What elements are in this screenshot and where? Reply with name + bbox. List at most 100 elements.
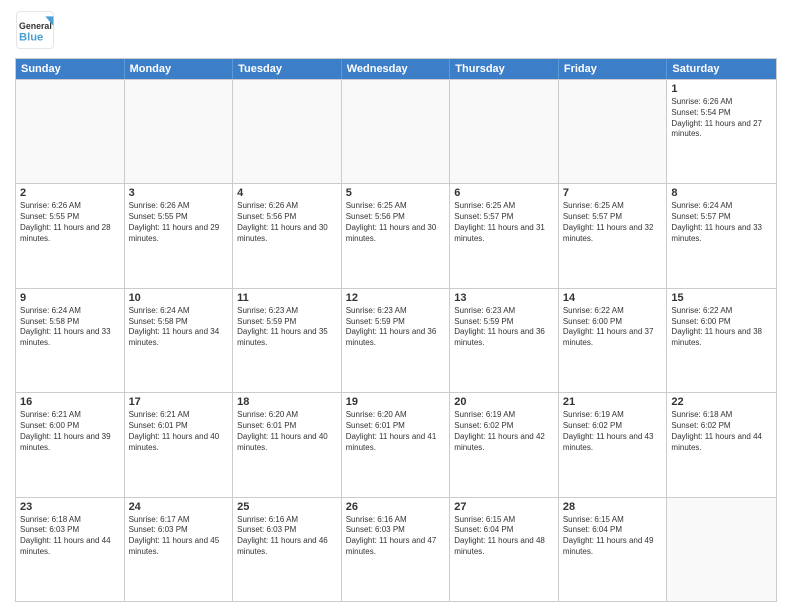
day-info: Sunrise: 6:23 AM Sunset: 5:59 PM Dayligh… — [454, 306, 554, 349]
day-info: Sunrise: 6:16 AM Sunset: 6:03 PM Dayligh… — [346, 515, 446, 558]
day-info: Sunrise: 6:23 AM Sunset: 5:59 PM Dayligh… — [237, 306, 337, 349]
day-cell-13: 13 Sunrise: 6:23 AM Sunset: 5:59 PM Dayli… — [450, 289, 559, 392]
day-cell-empty — [233, 80, 342, 183]
logo: General Blue — [15, 10, 55, 50]
day-cell-3: 3Sunrise: 6:26 AM Sunset: 5:55 PM Daylig… — [125, 184, 234, 287]
day-cell-empty — [125, 80, 234, 183]
day-info: Sunrise: 6:15 AM Sunset: 6:04 PM Dayligh… — [454, 515, 554, 558]
day-info: Sunrise: 6:15 AM Sunset: 6:04 PM Dayligh… — [563, 515, 663, 558]
day-info: Sunrise: 6:16 AM Sunset: 6:03 PM Dayligh… — [237, 515, 337, 558]
day-cell-empty — [559, 80, 668, 183]
day-number: 9 — [20, 292, 120, 304]
day-info: Sunrise: 6:22 AM Sunset: 6:00 PM Dayligh… — [671, 306, 772, 349]
day-number: 18 — [237, 396, 337, 408]
day-info: Sunrise: 6:26 AM Sunset: 5:56 PM Dayligh… — [237, 201, 337, 244]
day-cell-empty — [450, 80, 559, 183]
day-number: 5 — [346, 187, 446, 199]
week-row-0: 1 Sunrise: 6:26 AM Sunset: 5:54 PM Daylig… — [16, 79, 776, 183]
day-number: 6 — [454, 187, 554, 199]
day-info: Sunrise: 6:25 AM Sunset: 5:57 PM Dayligh… — [454, 201, 554, 244]
day-info: Sunrise: 6:17 AM Sunset: 6:03 PM Dayligh… — [129, 515, 229, 558]
day-info: Sunrise: 6:21 AM Sunset: 6:00 PM Dayligh… — [20, 410, 120, 453]
day-info: Sunrise: 6:20 AM Sunset: 6:01 PM Dayligh… — [346, 410, 446, 453]
day-cell-8: 8 Sunrise: 6:24 AM Sunset: 5:57 PM Daylig… — [667, 184, 776, 287]
day-number: 1 — [671, 83, 772, 95]
day-info: Sunrise: 6:24 AM Sunset: 5:57 PM Dayligh… — [671, 201, 772, 244]
day-cell-24: 24 Sunrise: 6:17 AM Sunset: 6:03 PM Dayli… — [125, 498, 234, 601]
day-info: Sunrise: 6:24 AM Sunset: 5:58 PM Dayligh… — [129, 306, 229, 349]
day-number: 14 — [563, 292, 663, 304]
day-number: 7 — [563, 187, 663, 199]
day-cell-1: 1 Sunrise: 6:26 AM Sunset: 5:54 PM Daylig… — [667, 80, 776, 183]
day-cell-6: 6 Sunrise: 6:25 AM Sunset: 5:57 PM Daylig… — [450, 184, 559, 287]
day-cell-2: 2 Sunrise: 6:26 AM Sunset: 5:55 PM Daylig… — [16, 184, 125, 287]
day-info: Sunrise: 6:24 AM Sunset: 5:58 PM Dayligh… — [20, 306, 120, 349]
day-number: 13 — [454, 292, 554, 304]
day-cell-12: 12Sunrise: 6:23 AM Sunset: 5:59 PM Dayli… — [342, 289, 451, 392]
day-cell-28: 28 Sunrise: 6:15 AM Sunset: 6:04 PM Dayli… — [559, 498, 668, 601]
day-header-tuesday: Tuesday — [233, 59, 342, 79]
day-cell-26: 26 Sunrise: 6:16 AM Sunset: 6:03 PM Dayli… — [342, 498, 451, 601]
day-cell-empty — [342, 80, 451, 183]
day-number: 27 — [454, 501, 554, 513]
day-number: 8 — [671, 187, 772, 199]
calendar-body: 1 Sunrise: 6:26 AM Sunset: 5:54 PM Daylig… — [16, 79, 776, 601]
day-info: Sunrise: 6:21 AM Sunset: 6:01 PM Dayligh… — [129, 410, 229, 453]
day-number: 4 — [237, 187, 337, 199]
day-cell-18: 18 Sunrise: 6:20 AM Sunset: 6:01 PM Dayli… — [233, 393, 342, 496]
day-cell-17: 17 Sunrise: 6:21 AM Sunset: 6:01 PM Dayli… — [125, 393, 234, 496]
day-number: 12 — [346, 292, 446, 304]
day-header-saturday: Saturday — [667, 59, 776, 79]
day-header-monday: Monday — [125, 59, 234, 79]
day-number: 22 — [671, 396, 772, 408]
day-header-thursday: Thursday — [450, 59, 559, 79]
logo-icon: General Blue — [15, 10, 55, 50]
day-cell-10: 10 Sunrise: 6:24 AM Sunset: 5:58 PM Dayli… — [125, 289, 234, 392]
day-number: 23 — [20, 501, 120, 513]
day-number: 3 — [129, 187, 229, 199]
day-info: Sunrise: 6:18 AM Sunset: 6:02 PM Dayligh… — [671, 410, 772, 453]
day-info: Sunrise: 6:26 AM Sunset: 5:54 PM Dayligh… — [671, 97, 772, 140]
day-info: Sunrise: 6:26 AM Sunset: 5:55 PM Dayligh… — [20, 201, 120, 244]
day-number: 15 — [671, 292, 772, 304]
day-cell-4: 4 Sunrise: 6:26 AM Sunset: 5:56 PM Daylig… — [233, 184, 342, 287]
day-info: Sunrise: 6:18 AM Sunset: 6:03 PM Dayligh… — [20, 515, 120, 558]
day-cell-21: 21 Sunrise: 6:19 AM Sunset: 6:02 PM Dayli… — [559, 393, 668, 496]
day-info: Sunrise: 6:25 AM Sunset: 5:56 PM Dayligh… — [346, 201, 446, 244]
day-cell-22: 22 Sunrise: 6:18 AM Sunset: 6:02 PM Dayli… — [667, 393, 776, 496]
day-info: Sunrise: 6:19 AM Sunset: 6:02 PM Dayligh… — [454, 410, 554, 453]
day-cell-empty — [16, 80, 125, 183]
day-info: Sunrise: 6:19 AM Sunset: 6:02 PM Dayligh… — [563, 410, 663, 453]
day-cell-25: 25 Sunrise: 6:16 AM Sunset: 6:03 PM Dayli… — [233, 498, 342, 601]
day-cell-11: 11 Sunrise: 6:23 AM Sunset: 5:59 PM Dayli… — [233, 289, 342, 392]
day-info: Sunrise: 6:20 AM Sunset: 6:01 PM Dayligh… — [237, 410, 337, 453]
day-cell-5: 5 Sunrise: 6:25 AM Sunset: 5:56 PM Daylig… — [342, 184, 451, 287]
day-cell-14: 14 Sunrise: 6:22 AM Sunset: 6:00 PM Dayli… — [559, 289, 668, 392]
svg-text:General: General — [19, 21, 52, 31]
week-row-2: 9 Sunrise: 6:24 AM Sunset: 5:58 PM Daylig… — [16, 288, 776, 392]
day-number: 21 — [563, 396, 663, 408]
day-cell-23: 23 Sunrise: 6:18 AM Sunset: 6:03 PM Dayli… — [16, 498, 125, 601]
day-number: 28 — [563, 501, 663, 513]
day-info: Sunrise: 6:25 AM Sunset: 5:57 PM Dayligh… — [563, 201, 663, 244]
header: General Blue — [15, 10, 777, 50]
day-number: 20 — [454, 396, 554, 408]
day-header-wednesday: Wednesday — [342, 59, 451, 79]
day-info: Sunrise: 6:22 AM Sunset: 6:00 PM Dayligh… — [563, 306, 663, 349]
day-number: 17 — [129, 396, 229, 408]
calendar: SundayMondayTuesdayWednesdayThursdayFrid… — [15, 58, 777, 602]
day-cell-19: 19Sunrise: 6:20 AM Sunset: 6:01 PM Dayli… — [342, 393, 451, 496]
day-number: 25 — [237, 501, 337, 513]
day-number: 2 — [20, 187, 120, 199]
day-number: 11 — [237, 292, 337, 304]
day-number: 24 — [129, 501, 229, 513]
day-number: 26 — [346, 501, 446, 513]
day-cell-20: 20 Sunrise: 6:19 AM Sunset: 6:02 PM Dayli… — [450, 393, 559, 496]
calendar-header: SundayMondayTuesdayWednesdayThursdayFrid… — [16, 59, 776, 79]
day-cell-7: 7 Sunrise: 6:25 AM Sunset: 5:57 PM Daylig… — [559, 184, 668, 287]
day-cell-15: 15 Sunrise: 6:22 AM Sunset: 6:00 PM Dayli… — [667, 289, 776, 392]
day-number: 10 — [129, 292, 229, 304]
day-number: 16 — [20, 396, 120, 408]
day-header-friday: Friday — [559, 59, 668, 79]
week-row-1: 2 Sunrise: 6:26 AM Sunset: 5:55 PM Daylig… — [16, 183, 776, 287]
